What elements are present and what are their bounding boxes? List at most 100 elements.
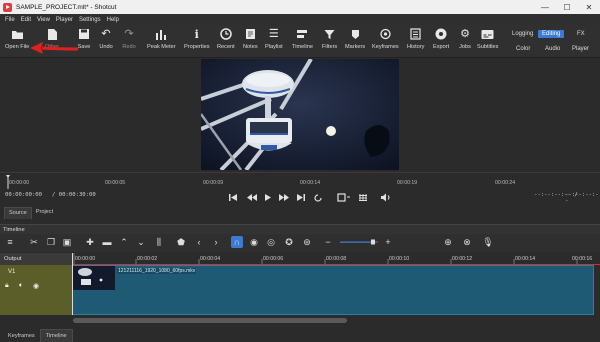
- play-icon[interactable]: [265, 194, 271, 201]
- subtitles-button[interactable]: Subtitles: [477, 27, 498, 50]
- timeline-tick: 00:00:04: [200, 256, 221, 262]
- tab-timeline[interactable]: Timeline: [39, 329, 73, 342]
- jobs-button[interactable]: ⚙ Jobs: [458, 27, 472, 50]
- previous-marker-icon[interactable]: ‹: [193, 236, 205, 248]
- tab-source[interactable]: Source: [4, 207, 32, 219]
- timeline-tick: 00:00:10: [389, 256, 410, 262]
- gear-icon: ⚙: [460, 27, 470, 40]
- zoom-fit-icon[interactable]: ⊕: [442, 236, 454, 248]
- cut-icon[interactable]: ✂: [28, 236, 40, 248]
- rewind-icon[interactable]: [247, 194, 257, 201]
- record-video-icon[interactable]: ⊗: [461, 236, 473, 248]
- track-name: V1: [8, 269, 16, 275]
- layout-audio-tab[interactable]: Audio: [541, 45, 564, 53]
- playlist-button[interactable]: ☰ Playlist: [265, 27, 283, 50]
- remove-icon[interactable]: ▬: [101, 236, 113, 248]
- menu-edit[interactable]: Edit: [21, 17, 31, 23]
- track-header-v1[interactable]: V1 🔒︎ 🔈︎ ◉: [0, 265, 72, 315]
- timeline-tick: 00:00:02: [137, 256, 158, 262]
- zoom-slider[interactable]: [340, 239, 378, 245]
- recent-button[interactable]: Recent: [217, 27, 235, 50]
- tab-project[interactable]: Project: [32, 207, 57, 219]
- info-icon: i: [194, 27, 199, 41]
- append-icon[interactable]: ✚: [84, 236, 96, 248]
- layout-fx-tab[interactable]: FX: [573, 30, 589, 38]
- split-icon[interactable]: ⫼: [153, 236, 165, 248]
- markers-button[interactable]: Markers: [345, 27, 365, 50]
- keyframes-button[interactable]: Keyframes: [372, 27, 399, 50]
- timeline-tick: 00:00:08: [326, 256, 347, 262]
- record-audio-icon[interactable]: 🎙: [482, 236, 494, 248]
- open-file-button[interactable]: Open File: [5, 27, 29, 50]
- eye-icon[interactable]: ◉: [33, 282, 39, 290]
- menu-view[interactable]: View: [37, 17, 50, 23]
- properties-button[interactable]: i Properties: [184, 27, 210, 51]
- bottom-dock-tabs: Keyframes Timeline: [0, 327, 600, 342]
- notes-button[interactable]: Notes: [243, 27, 258, 50]
- timeline-menu-icon[interactable]: ≡: [4, 236, 16, 248]
- filters-button[interactable]: Filters: [322, 27, 337, 50]
- lock-icon[interactable]: 🔒︎: [5, 282, 9, 290]
- peak-meter-button[interactable]: Peak Meter: [147, 27, 176, 50]
- menu-player[interactable]: Player: [56, 17, 73, 23]
- paste-icon[interactable]: ▣: [61, 236, 73, 248]
- output-track-label: Output: [0, 253, 72, 265]
- ruler-tick: 00:00:14: [300, 180, 321, 186]
- snap-icon[interactable]: ∩: [231, 236, 243, 248]
- zoom-icon[interactable]: [337, 193, 350, 202]
- menu-file[interactable]: File: [5, 17, 15, 23]
- minimize-button[interactable]: —: [534, 0, 556, 14]
- layout-player-tab[interactable]: Player: [568, 45, 593, 53]
- volume-icon[interactable]: [381, 193, 390, 202]
- skip-to-start-icon[interactable]: [229, 194, 237, 201]
- ruler-tick: 00:00:05: [105, 180, 126, 186]
- playlist-icon: ☰: [268, 27, 279, 40]
- title-bar: SAMPLE_PROJECT.mlt* - Shotcut — ☐ ✕: [0, 0, 600, 14]
- zoom-out-icon[interactable]: −: [322, 236, 334, 248]
- source-project-tabs: Source Project: [0, 207, 600, 219]
- playhead[interactable]: [72, 253, 73, 315]
- next-marker-icon[interactable]: ›: [210, 236, 222, 248]
- menu-settings[interactable]: Settings: [79, 17, 101, 23]
- overwrite-icon[interactable]: ⌄: [135, 236, 147, 248]
- layout-logging-tab[interactable]: Logging: [508, 30, 537, 38]
- timeline-horizontal-scrollbar[interactable]: [73, 318, 347, 323]
- undo-button[interactable]: ↶ Undo: [99, 27, 113, 50]
- grid-icon[interactable]: [359, 194, 367, 201]
- timeline-tick: 00:00:14: [515, 256, 536, 262]
- transport-controls: [229, 193, 390, 202]
- zoom-in-icon[interactable]: +: [382, 236, 394, 248]
- tab-keyframes[interactable]: Keyframes: [3, 330, 40, 342]
- redo-button[interactable]: ↷ Redo: [122, 27, 136, 50]
- position-timecode[interactable]: 00:00:00:00: [5, 192, 42, 198]
- menu-help[interactable]: Help: [107, 17, 119, 23]
- video-preview-frame[interactable]: [201, 59, 399, 170]
- player-scrub-ruler[interactable]: 00:00:00 00:00:05 00:00:09 00:00:14 00:0…: [0, 172, 600, 190]
- layout-color-tab[interactable]: Color: [512, 45, 534, 53]
- marker-add-icon[interactable]: ⬟: [175, 236, 187, 248]
- save-icon: [77, 27, 91, 41]
- export-button[interactable]: Export: [433, 27, 449, 50]
- mute-icon[interactable]: 🔈︎: [19, 282, 23, 290]
- video-clip[interactable]: 121211116_1920_1080_60fps.mkv: [72, 265, 594, 315]
- ripple-icon[interactable]: ◎: [265, 236, 277, 248]
- ripple-all-icon[interactable]: ✪: [283, 236, 295, 248]
- loop-icon[interactable]: [314, 194, 322, 202]
- maximize-button[interactable]: ☐: [556, 0, 578, 14]
- out-point-timecode: --:--:--:--: [565, 192, 599, 204]
- clip-thumbnail: [73, 266, 115, 290]
- layout-editing-tab[interactable]: Editing: [538, 30, 565, 38]
- timeline-tick: 00:00:16: [572, 256, 593, 262]
- timeline-button[interactable]: Timeline: [292, 27, 313, 50]
- notes-icon: [243, 27, 257, 41]
- red-annotation-arrow-icon: [30, 42, 79, 54]
- lift-icon[interactable]: ⌃: [118, 236, 130, 248]
- fast-forward-icon[interactable]: [279, 194, 289, 201]
- scrub-icon[interactable]: ◉: [248, 236, 260, 248]
- history-button[interactable]: History: [407, 27, 424, 50]
- ripple-markers-icon[interactable]: ⊛: [301, 236, 313, 248]
- window-title: SAMPLE_PROJECT.mlt* - Shotcut: [16, 3, 117, 11]
- skip-to-end-icon[interactable]: [297, 194, 305, 201]
- copy-icon[interactable]: ❐: [45, 236, 57, 248]
- close-button[interactable]: ✕: [578, 0, 600, 14]
